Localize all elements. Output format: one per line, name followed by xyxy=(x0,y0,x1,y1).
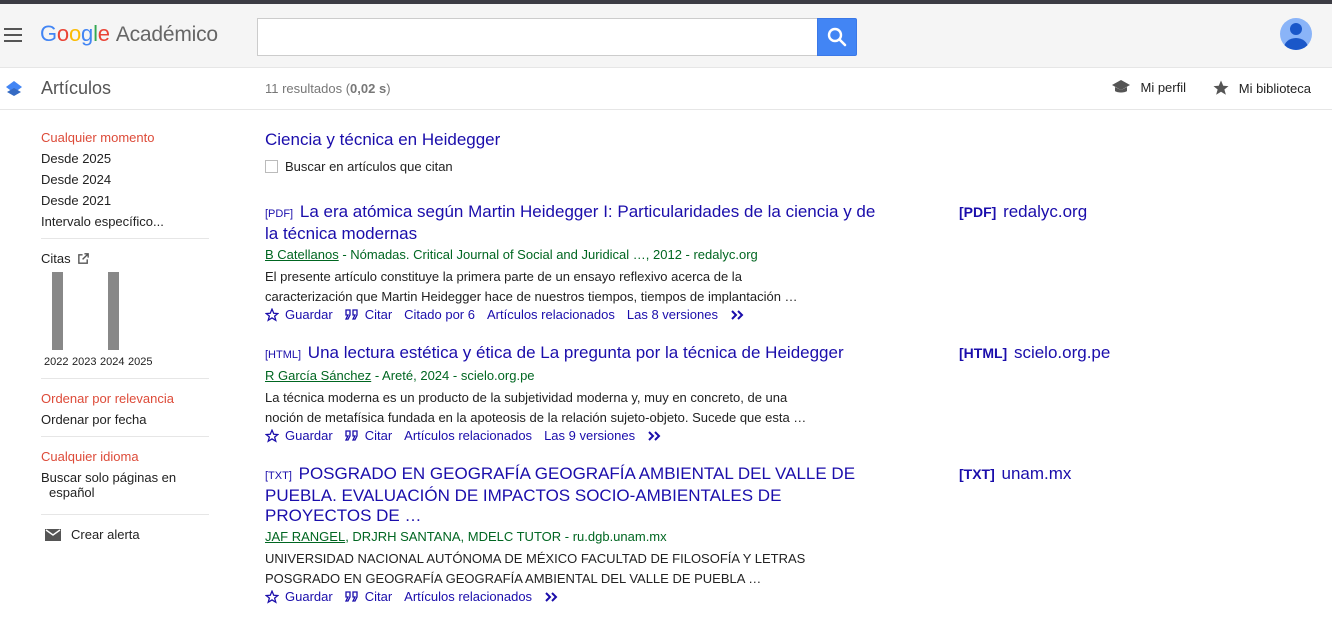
results-main: Ciencia y técnica en Heidegger Buscar en… xyxy=(265,130,1315,625)
result-actions: Guardar Citar Citado por 6 Artículos rel… xyxy=(265,307,1315,322)
versions-link[interactable]: Las 9 versiones xyxy=(544,428,635,443)
citations-year-label: 2023 xyxy=(72,356,97,368)
result-title-link[interactable]: [TXT] POSGRADO EN GEOGRAFÍA GEOGRAFÍA AM… xyxy=(265,464,880,526)
star-outline-icon xyxy=(265,428,279,443)
citations-link[interactable]: Citas xyxy=(41,251,209,266)
query-title-link[interactable]: Ciencia y técnica en Heidegger xyxy=(265,130,1315,150)
filter-any-time[interactable]: Cualquier momento xyxy=(41,130,209,145)
search-button[interactable] xyxy=(817,18,857,56)
citations-year-label: 2024 xyxy=(100,356,125,368)
quote-icon xyxy=(344,590,358,602)
save-button[interactable]: Guardar xyxy=(265,307,333,322)
mail-icon xyxy=(45,528,61,541)
result-authors: B Catellanos - Nómadas. Critical Journal… xyxy=(265,247,758,262)
sort-relevance[interactable]: Ordenar por relevancia xyxy=(41,391,209,406)
result-snippet: El presente artículo constituye la prime… xyxy=(265,269,798,304)
account-avatar[interactable] xyxy=(1280,18,1312,50)
result-source-link[interactable]: [TXT] unam.mx xyxy=(959,464,1071,484)
filter-any-language[interactable]: Cualquier idioma xyxy=(41,449,209,464)
filters-sidebar: Cualquier momento Desde 2025 Desde 2024 … xyxy=(41,130,209,542)
star-outline-icon xyxy=(265,589,279,604)
result-title-link[interactable]: [PDF] La era atómica según Martin Heideg… xyxy=(265,202,880,244)
search-input[interactable] xyxy=(257,18,818,56)
cited-by-link[interactable]: Citado por 6 xyxy=(404,307,475,322)
citations-chart: 2022 2023 2024 2025 xyxy=(41,272,171,368)
filter-since-2024[interactable]: Desde 2024 xyxy=(41,172,209,187)
divider xyxy=(41,436,209,437)
result-actions: Guardar Citar Artículos relacionados xyxy=(265,589,1315,604)
my-library-link[interactable]: Mi biblioteca xyxy=(1212,79,1311,97)
related-articles-link[interactable]: Artículos relacionados xyxy=(404,589,532,604)
result-snippet: UNIVERSIDAD NACIONAL AUTÓNOMA DE MÉXICO … xyxy=(265,551,806,586)
citations-bar-2024[interactable] xyxy=(108,272,119,350)
external-link-icon xyxy=(77,253,89,264)
author-link[interactable]: R García Sánchez xyxy=(265,368,371,383)
filter-since-2021[interactable]: Desde 2021 xyxy=(41,193,209,208)
citations-bar-2022[interactable] xyxy=(52,272,63,350)
cite-button[interactable]: Citar xyxy=(344,428,392,443)
star-outline-icon xyxy=(265,307,279,322)
create-alert-link[interactable]: Crear alerta xyxy=(45,527,209,542)
scholar-cap-icon[interactable] xyxy=(5,79,23,97)
result-snippet: La técnica moderna es un producto de la … xyxy=(265,390,807,425)
search-citing-checkbox[interactable]: Buscar en artículos que citan xyxy=(265,159,1315,174)
result-source-link[interactable]: [PDF] redalyc.org xyxy=(959,202,1087,222)
cite-button[interactable]: Citar xyxy=(344,589,392,604)
more-chevrons-icon[interactable] xyxy=(647,430,663,442)
divider xyxy=(41,378,209,379)
versions-link[interactable]: Las 8 versiones xyxy=(627,307,718,322)
author-link[interactable]: B Catellanos xyxy=(265,247,339,262)
save-button[interactable]: Guardar xyxy=(265,428,333,443)
menu-icon[interactable] xyxy=(4,28,22,42)
related-articles-link[interactable]: Artículos relacionados xyxy=(487,307,615,322)
more-chevrons-icon[interactable] xyxy=(730,309,746,321)
result-authors: JAF RANGEL, DRJRH SANTANA, MDELC TUTOR -… xyxy=(265,529,667,544)
citations-year-label: 2025 xyxy=(128,356,153,368)
result-actions: Guardar Citar Artículos relacionados Las… xyxy=(265,428,1315,443)
google-scholar-logo[interactable]: Google Académico xyxy=(40,21,218,47)
divider xyxy=(41,514,209,515)
result-title-link[interactable]: [HTML] Una lectura estética y ética de L… xyxy=(265,343,880,365)
save-button[interactable]: Guardar xyxy=(265,589,333,604)
filter-custom-range[interactable]: Intervalo específico... xyxy=(41,214,209,229)
result-authors: R García Sánchez - Areté, 2024 - scielo.… xyxy=(265,368,535,383)
author-link[interactable]: JAF RANGEL xyxy=(265,529,345,544)
result-item: [TXT] POSGRADO EN GEOGRAFÍA GEOGRAFÍA AM… xyxy=(265,464,1315,604)
graduation-cap-icon xyxy=(1112,80,1131,93)
result-item: [PDF] La era atómica según Martin Heideg… xyxy=(265,202,1315,322)
related-articles-link[interactable]: Artículos relacionados xyxy=(404,428,532,443)
divider xyxy=(41,238,209,239)
search-icon xyxy=(827,27,847,47)
result-item: [HTML] Una lectura estética y ética de L… xyxy=(265,343,1315,443)
section-title: Artículos xyxy=(41,78,112,98)
cite-button[interactable]: Citar xyxy=(344,307,392,322)
filter-spanish-only[interactable]: Buscar solo páginas en español xyxy=(41,470,209,500)
star-icon xyxy=(1213,80,1229,95)
sort-date[interactable]: Ordenar por fecha xyxy=(41,412,209,427)
results-count: 11 resultados (0,02 s) xyxy=(265,81,391,96)
checkbox[interactable] xyxy=(265,160,278,173)
citations-year-label: 2022 xyxy=(44,356,69,368)
my-profile-link[interactable]: Mi perfil xyxy=(1111,79,1186,95)
filter-since-2025[interactable]: Desde 2025 xyxy=(41,151,209,166)
result-source-link[interactable]: [HTML] scielo.org.pe xyxy=(959,343,1110,363)
quote-icon xyxy=(344,429,358,441)
more-chevrons-icon[interactable] xyxy=(544,591,560,603)
sub-bar: Artículos 11 resultados (0,02 s) Mi perf… xyxy=(0,68,1332,110)
header: Google Académico xyxy=(0,4,1332,68)
quote-icon xyxy=(344,308,358,320)
